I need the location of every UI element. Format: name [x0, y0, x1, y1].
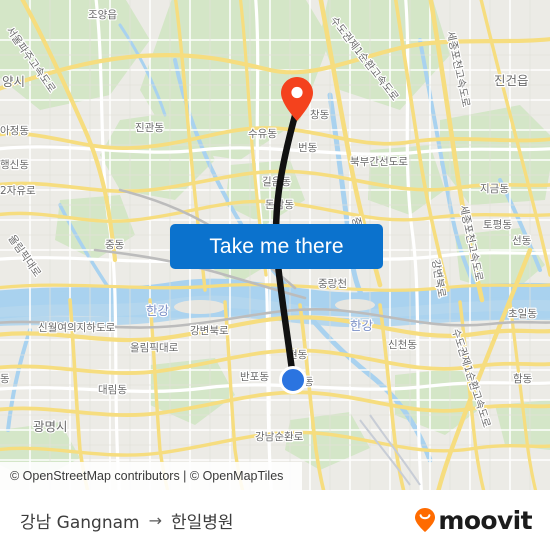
route-summary: 강남 Gangnam → 한일병원 [20, 508, 234, 533]
map-label: 2자유로 [0, 185, 36, 197]
moovit-wordmark: moovit [438, 505, 532, 535]
map-label: 한강 [146, 303, 170, 318]
map-canvas[interactable]: 조양읍 서울파주고속도로 수도권제1순환고속도로 진건읍 양시 창동 진관동 수유동 세종포천고… [0, 0, 550, 490]
map-label: 중랑천 [318, 278, 347, 290]
map-label: 지금동 [480, 183, 509, 195]
footer-bar: 강남 Gangnam → 한일병원 moovit [0, 490, 550, 550]
moovit-logo[interactable]: moovit [414, 505, 533, 535]
destination-pin[interactable] [280, 76, 314, 122]
map-label: 대림동 [98, 384, 127, 396]
map-label: 광명시 [33, 419, 68, 434]
map-label: 신월여의지하도로 [38, 321, 116, 334]
map-label: 번동 [298, 142, 318, 154]
map-label: 강변북로 [190, 325, 229, 337]
map-attribution-text[interactable]: © OpenStreetMap contributors | © OpenMap… [10, 469, 283, 483]
map-label: 진관동 [135, 122, 164, 134]
map-label: 동 [0, 373, 10, 385]
moovit-pin-smile-icon [415, 508, 436, 532]
map-label: 아정동 [0, 125, 29, 137]
moovit-route-map-screenshot: 조양읍 서울파주고속도로 수도권제1순환고속도로 진건읍 양시 창동 진관동 수유동 세종포천고… [0, 0, 550, 550]
map-label: 양시 [2, 74, 25, 89]
map-label: 함동 [513, 373, 533, 385]
map-label: 수유동 [248, 128, 277, 140]
map-label: 조양읍 [88, 9, 117, 21]
map-label: 강남순환로 [255, 431, 304, 443]
map-attribution-bar: © OpenStreetMap contributors | © OpenMap… [0, 462, 302, 490]
route-origin-label: 강남 Gangnam [20, 512, 140, 533]
map-label: 중동 [105, 239, 125, 251]
map-label: 한강 [350, 318, 374, 333]
map-label: 선동 [512, 235, 532, 247]
map-label: 초일동 [508, 307, 537, 320]
map-label: 올림픽대로 [130, 342, 179, 354]
map-label: 북부간선도로 [350, 156, 408, 168]
map-label: 행신동 [0, 159, 29, 171]
arrow-right-icon: → [148, 510, 162, 530]
map-label: 반포동 [240, 371, 269, 383]
map-pin-icon [281, 77, 313, 121]
take-me-there-button[interactable]: Take me there [170, 224, 383, 269]
origin-location-dot[interactable] [279, 366, 307, 394]
route-destination-label: 한일병원 [171, 512, 234, 533]
map-label: 토평동 [483, 219, 512, 231]
map-label: 진건읍 [494, 73, 529, 88]
map-label: 신천동 [388, 339, 417, 351]
